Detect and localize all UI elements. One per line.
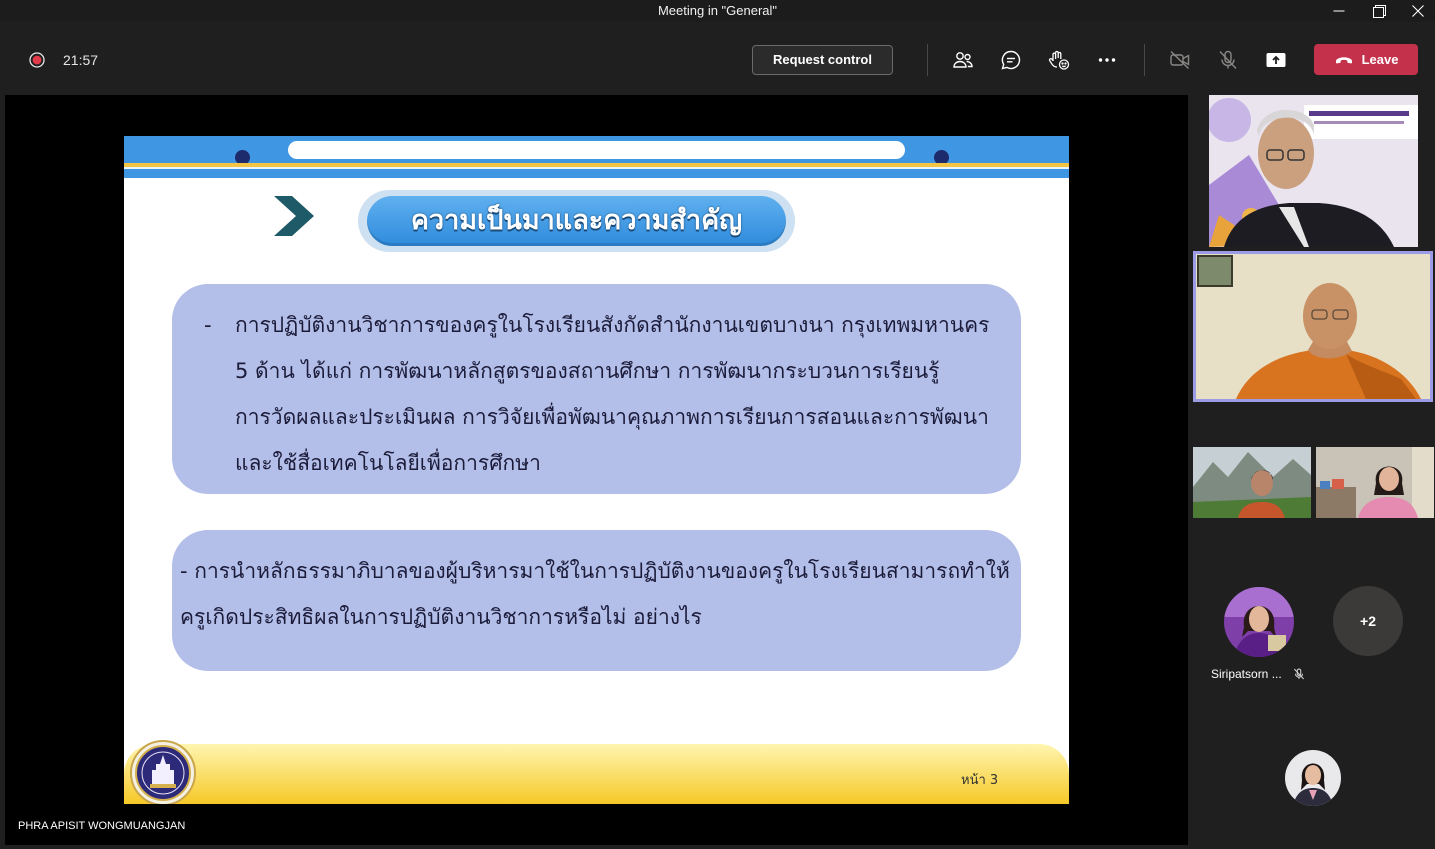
participant-video [1196,254,1430,399]
restore-button[interactable] [1364,0,1394,22]
participant-video [1193,447,1311,518]
avatar-photo [1285,750,1341,806]
text-line: การวัดผลและประเมินผล การวิจัยเพื่อพัฒนาค… [235,405,989,429]
more-options-icon [1098,58,1116,62]
participant-avatar[interactable] [1285,750,1341,806]
active-speaker-video-tile[interactable] [1193,251,1433,402]
text-line: การปฏิบัติงานวิชาการของครูในโรงเรียนสังก… [235,313,990,337]
participant-video-tile[interactable] [1209,95,1418,247]
close-icon [1412,5,1424,17]
window-title: Meeting in "General" [657,3,778,18]
slide-title: ความเป็นมาและความสำคัญ [410,205,743,236]
text-line: 5 ด้าน ได้แก่ การพัฒนาหลักสูตรของสถานศึก… [235,359,940,383]
chat-icon [1001,50,1021,70]
minimize-button[interactable] [1324,0,1354,22]
participant-video-tile[interactable] [1193,447,1311,518]
chat-button[interactable] [999,48,1023,72]
mic-toggle-button[interactable] [1216,48,1240,72]
text-line: และใช้สื่อเทคโนโลยีเพื่อการศึกษา [235,451,541,475]
participants-button[interactable] [951,48,975,72]
participant-panel: Siripatsorn ... +2 [1190,93,1435,849]
slide-page-number: หน้า 3 [961,773,999,788]
participant-avatar[interactable] [1224,587,1294,657]
leave-label: Leave [1361,52,1399,67]
phone-hangup-icon [1335,56,1352,63]
reactions-icon [1048,50,1070,70]
slide-header-bar [288,141,905,159]
mic-off-icon [1219,50,1237,69]
avatar-photo [1224,587,1294,657]
share-button[interactable] [1264,48,1288,72]
meeting-toolbar: 21:57 Request control Leave [0,22,1435,93]
toolbar-divider [1144,44,1145,76]
presentation-slide: ความเป็นมาและความสำคัญ - การปฏิบัติงานวิ… [124,136,1069,804]
mic-off-icon [1293,668,1305,680]
text-block: การปฏิบัติงานวิชาการของครูในโรงเรียนสังก… [235,302,989,486]
restore-icon [1372,4,1386,18]
participant-video [1316,447,1434,518]
toolbar-divider [927,44,928,76]
participant-video [1209,95,1418,247]
camera-toggle-button[interactable] [1168,48,1192,72]
more-participants-button[interactable]: +2 [1333,586,1403,656]
text-line: ครูเกิดประสิทธิผลในการปฏิบัติงานวิชาการห… [180,605,702,629]
participant-video-tile[interactable] [1316,447,1434,518]
request-control-button[interactable]: Request control [752,45,893,75]
more-options-button[interactable] [1095,48,1119,72]
meeting-timer: 21:57 [63,52,99,68]
participants-icon [953,52,973,68]
slide-title-pill: ความเป็นมาและความสำคัญ [358,190,795,252]
text-block: - การนำหลักธรรมาภิบาลของผู้บริหารมาใช้ใน… [180,548,1010,640]
share-tray-icon [1266,53,1286,67]
slide-footer-band [124,744,1069,804]
chevron-right-icon [274,196,314,236]
bullet-dash: - [204,313,212,337]
slide-text-box-2: - การนำหลักธรรมาภิบาลของผู้บริหารมาใช้ใน… [172,530,1021,671]
minimize-icon [1333,10,1345,12]
camera-off-icon [1170,50,1190,70]
participant-name: Siripatsorn ... [1211,667,1282,681]
presenter-name: PHRA APISIT WONGMUANGJAN [18,820,186,832]
text-line: - การนำหลักธรรมาภิบาลของผู้บริหารมาใช้ใน… [180,559,1010,583]
university-seal-logo [130,740,196,804]
slide-header-band [124,136,1069,178]
close-button[interactable] [1403,0,1433,22]
reactions-button[interactable] [1047,48,1071,72]
slide-title-inner: ความเป็นมาและความสำคัญ [367,196,786,246]
leave-button[interactable]: Leave [1314,44,1418,75]
shared-screen: ความเป็นมาและความสำคัญ - การปฏิบัติงานวิ… [5,95,1188,845]
recording-icon [29,52,45,68]
slide-header-line [124,167,1069,169]
title-bar: Meeting in "General" [0,0,1435,22]
slide-text-box-1: - การปฏิบัติงานวิชาการของครูในโรงเรียนสั… [172,284,1021,494]
